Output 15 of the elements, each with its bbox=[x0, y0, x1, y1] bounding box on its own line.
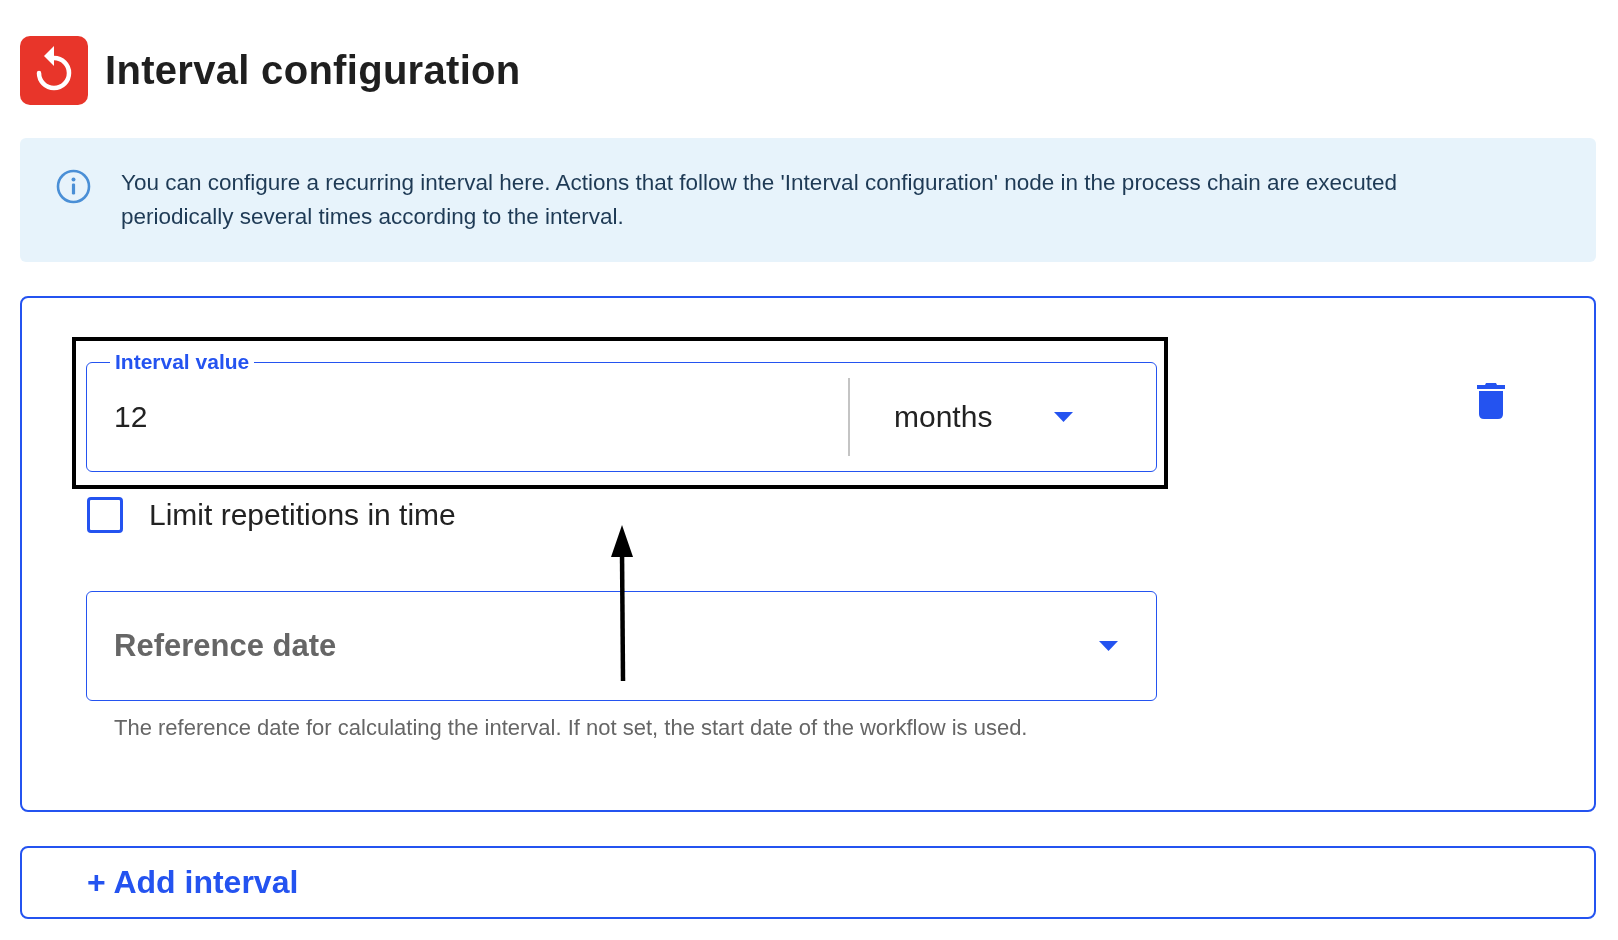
caret-icon bbox=[1054, 412, 1074, 422]
up-arrow-icon bbox=[608, 525, 636, 683]
info-icon bbox=[56, 169, 91, 204]
unit-select[interactable]: months bbox=[894, 400, 1074, 434]
caret-icon bbox=[1099, 641, 1118, 651]
trash-icon bbox=[1477, 383, 1505, 419]
checkbox-label: Limit repetitions in time bbox=[149, 498, 456, 532]
info-text: You can configure a recurring interval here. Actions that follow the 'Interval configuration' node in the process chain are executed periodically several times according to the interval. bbox=[121, 169, 1399, 231]
helper-text: The reference date for calculating the interval. If not set, the start date of the workflow is used. bbox=[114, 715, 1029, 741]
delete-button[interactable] bbox=[1477, 383, 1505, 419]
add-interval-button[interactable]: + Add interval bbox=[20, 846, 1596, 919]
reference-date-select[interactable]: Reference date bbox=[86, 591, 1157, 701]
checkbox[interactable] bbox=[87, 497, 123, 533]
page-title: Interval configuration bbox=[105, 48, 521, 93]
value-input[interactable]: 12 bbox=[87, 395, 807, 439]
